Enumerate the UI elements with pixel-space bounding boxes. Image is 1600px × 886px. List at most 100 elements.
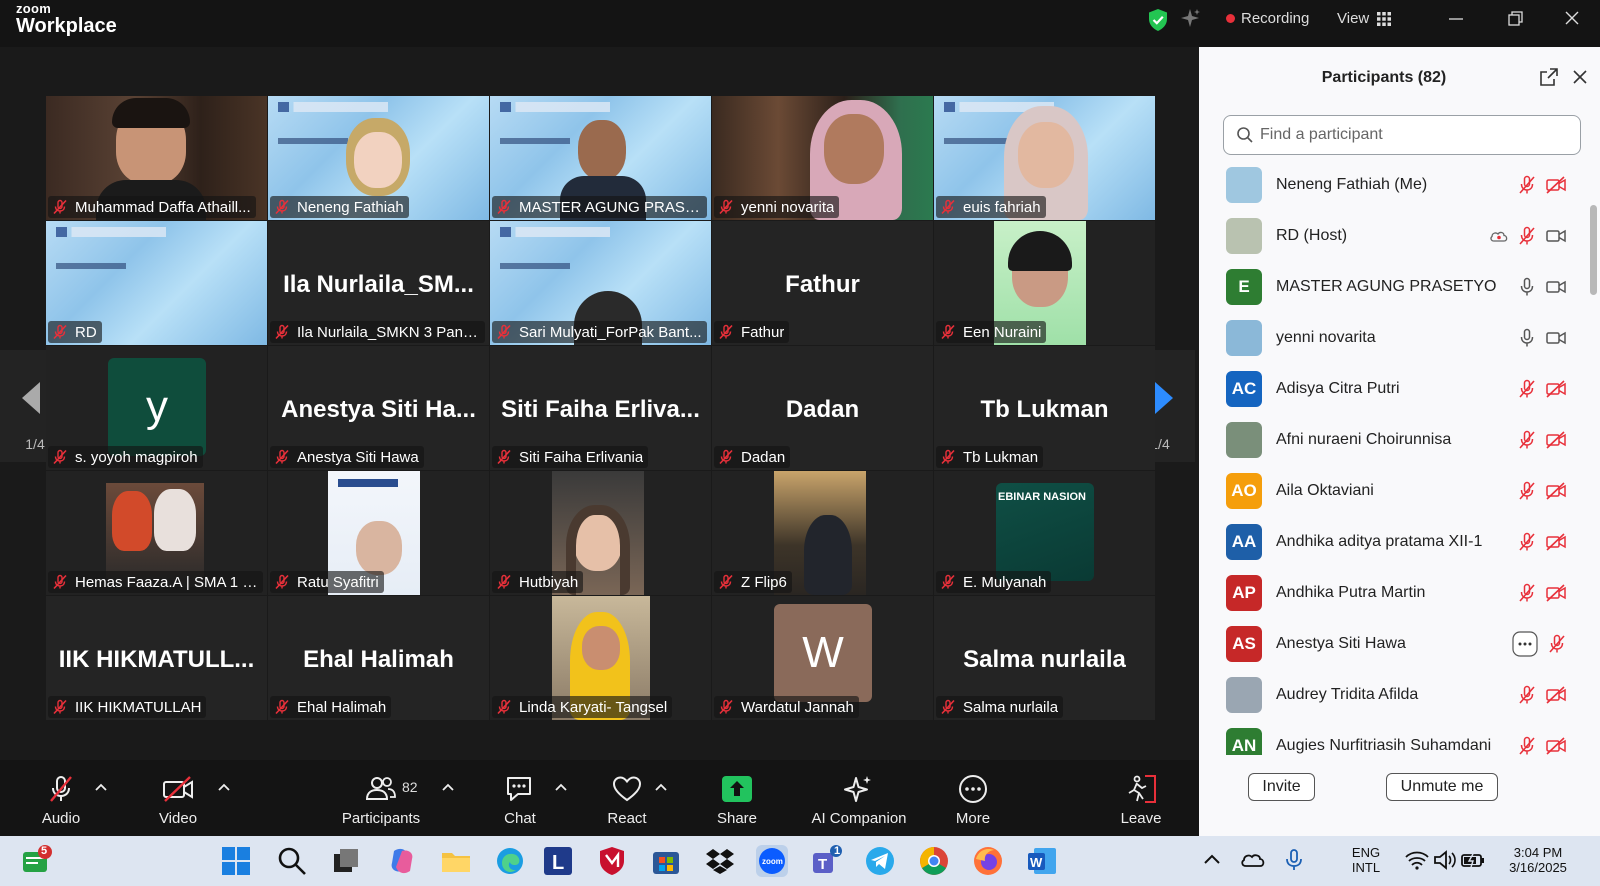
- ai-companion-button[interactable]: AI Companion: [806, 760, 912, 836]
- participant-mic-icon[interactable]: [1516, 276, 1538, 298]
- chat-options-chevron-up-icon[interactable]: [554, 782, 568, 792]
- onedrive-cloud-icon[interactable]: [1240, 848, 1266, 872]
- participant-mic-icon[interactable]: [1516, 327, 1538, 349]
- windows-start-icon[interactable]: [220, 845, 252, 877]
- video-tile[interactable]: Dadan Dadan: [712, 346, 933, 470]
- participant-video-off-icon[interactable]: [1545, 531, 1567, 553]
- edge-browser-icon[interactable]: [494, 845, 526, 877]
- participant-search[interactable]: [1223, 115, 1581, 155]
- participant-video-off-icon[interactable]: [1545, 174, 1567, 196]
- video-tile[interactable]: y s. yoyoh magpiroh: [46, 346, 267, 470]
- scroll-thumb[interactable]: [1590, 205, 1597, 295]
- participant-mic-muted-icon[interactable]: [1516, 378, 1538, 400]
- microsoft-store-icon[interactable]: [650, 845, 682, 877]
- mcafee-shield-icon[interactable]: [596, 845, 628, 877]
- participant-video-off-icon[interactable]: [1545, 684, 1567, 706]
- video-options-chevron-up-icon[interactable]: [217, 782, 231, 792]
- more-button[interactable]: More: [952, 760, 994, 836]
- participant-search-input[interactable]: [1260, 126, 1560, 144]
- video-tile[interactable]: Anestya Siti Ha... Anestya Siti Hawa: [268, 346, 489, 470]
- file-explorer-icon[interactable]: [440, 845, 472, 877]
- teams-app-icon[interactable]: T 1: [810, 845, 842, 877]
- video-tile[interactable]: W Wardatul Jannah: [712, 596, 933, 720]
- participant-video-icon[interactable]: [1545, 225, 1567, 247]
- whatsapp-app-icon[interactable]: 5: [20, 845, 52, 877]
- participant-mic-muted-icon[interactable]: [1516, 582, 1538, 604]
- encryption-shield-icon[interactable]: [1147, 8, 1169, 37]
- battery-icon[interactable]: [1460, 848, 1486, 872]
- firefox-icon[interactable]: [972, 845, 1004, 877]
- participant-mic-muted-icon[interactable]: [1516, 429, 1538, 451]
- video-tile[interactable]: Siti Faiha Erliva... Siti Faiha Erlivania: [490, 346, 711, 470]
- video-tile[interactable]: Neneng Fathiah: [268, 96, 489, 220]
- minimize-button[interactable]: [1443, 8, 1469, 30]
- audio-button[interactable]: Audio: [38, 760, 84, 836]
- participant-video-icon[interactable]: [1545, 276, 1567, 298]
- video-tile[interactable]: IIK HIKMATULL... IIK HIKMATULLAH: [46, 596, 267, 720]
- cloud-recording-icon[interactable]: [1488, 225, 1510, 247]
- video-tile[interactable]: Sari Mulyati_ForPak Bant...: [490, 221, 711, 345]
- leave-button[interactable]: Leave: [1120, 760, 1162, 836]
- word-icon[interactable]: W: [1026, 845, 1058, 877]
- participant-list[interactable]: Neneng Fathiah (Me) RD (Host) E MASTER AGUN…: [1199, 159, 1591, 755]
- view-button[interactable]: View: [1337, 10, 1392, 27]
- telegram-icon[interactable]: [864, 845, 896, 877]
- video-tile[interactable]: Salma nurlaila Salma nurlaila: [934, 596, 1155, 720]
- participant-video-off-icon[interactable]: [1545, 378, 1567, 400]
- participant-video-off-icon[interactable]: [1545, 582, 1567, 604]
- video-tile[interactable]: EBINAR NASION E. Mulyanah: [934, 471, 1155, 595]
- participant-row[interactable]: Afni nuraeni Choirunnisa: [1199, 414, 1591, 466]
- video-tile[interactable]: Een Nuraini: [934, 221, 1155, 345]
- microphone-tray-icon[interactable]: [1282, 848, 1306, 872]
- video-tile[interactable]: Z Flip6: [712, 471, 933, 595]
- video-tile[interactable]: Hutbiyah: [490, 471, 711, 595]
- video-tile[interactable]: Tb Lukman Tb Lukman: [934, 346, 1155, 470]
- participant-row[interactable]: AP Andhika Putra Martin: [1199, 567, 1591, 619]
- video-tile[interactable]: euis fahriah: [934, 96, 1155, 220]
- participant-mic-muted-icon[interactable]: [1516, 531, 1538, 553]
- pop-out-icon[interactable]: [1539, 67, 1559, 87]
- task-view-icon[interactable]: [330, 845, 362, 877]
- participants-button[interactable]: Participants: [338, 760, 424, 836]
- close-window-button[interactable]: [1559, 8, 1585, 30]
- participant-row[interactable]: AO Aila Oktaviani: [1199, 465, 1591, 517]
- chrome-icon[interactable]: [918, 845, 950, 877]
- video-tile[interactable]: Hemas Faaza.A | SMA 1 R...: [46, 471, 267, 595]
- zoom-app-icon[interactable]: zoom: [756, 845, 788, 877]
- participant-row[interactable]: Neneng Fathiah (Me): [1199, 159, 1591, 211]
- copilot-icon[interactable]: [386, 845, 418, 877]
- participant-mic-muted-icon[interactable]: [1516, 225, 1538, 247]
- language-indicator[interactable]: ENG INTL: [1348, 845, 1384, 875]
- dropbox-icon[interactable]: [704, 845, 736, 877]
- participant-row[interactable]: AS Anestya Siti Hawa: [1199, 618, 1591, 670]
- participant-mic-muted-icon[interactable]: [1516, 480, 1538, 502]
- taskbar-search-icon[interactable]: [276, 845, 308, 877]
- participants-options-chevron-up-icon[interactable]: [441, 782, 455, 792]
- unmute-me-button[interactable]: Unmute me: [1386, 773, 1498, 801]
- ai-sparkle-icon[interactable]: [1180, 7, 1202, 34]
- participant-row[interactable]: RD (Host): [1199, 210, 1591, 262]
- l-app-icon[interactable]: L: [542, 845, 574, 877]
- participant-row[interactable]: AC Adisya Citra Putri: [1199, 363, 1591, 415]
- react-button[interactable]: React: [604, 760, 650, 836]
- participant-row[interactable]: E MASTER AGUNG PRASETYO: [1199, 261, 1591, 313]
- participant-row[interactable]: AA Andhika aditya pratama XII-1: [1199, 516, 1591, 568]
- chat-button[interactable]: Chat: [500, 760, 540, 836]
- video-tile[interactable]: RD: [46, 221, 267, 345]
- share-button[interactable]: Share: [717, 760, 757, 836]
- participant-mic-muted-icon[interactable]: [1546, 633, 1568, 655]
- participant-mic-muted-icon[interactable]: [1516, 684, 1538, 706]
- wifi-icon[interactable]: [1404, 848, 1430, 872]
- video-tile[interactable]: Ratu Syafitri: [268, 471, 489, 595]
- video-tile[interactable]: Fathur Fathur: [712, 221, 933, 345]
- video-button[interactable]: Video: [154, 760, 202, 836]
- video-tile[interactable]: yenni novarita: [712, 96, 933, 220]
- video-tile[interactable]: Muhammad Daffa Athaill...: [46, 96, 267, 220]
- audio-options-chevron-up-icon[interactable]: [94, 782, 108, 792]
- clock[interactable]: 3:04 PM 3/16/2025: [1500, 845, 1576, 875]
- video-tile[interactable]: Ila Nurlaila_SM... Ila Nurlaila_SMKN 3 Pa…: [268, 221, 489, 345]
- participant-mic-muted-icon[interactable]: [1516, 174, 1538, 196]
- react-options-chevron-up-icon[interactable]: [654, 782, 668, 792]
- invite-button[interactable]: Invite: [1248, 773, 1315, 801]
- participant-list-scrollbar[interactable]: [1589, 157, 1597, 755]
